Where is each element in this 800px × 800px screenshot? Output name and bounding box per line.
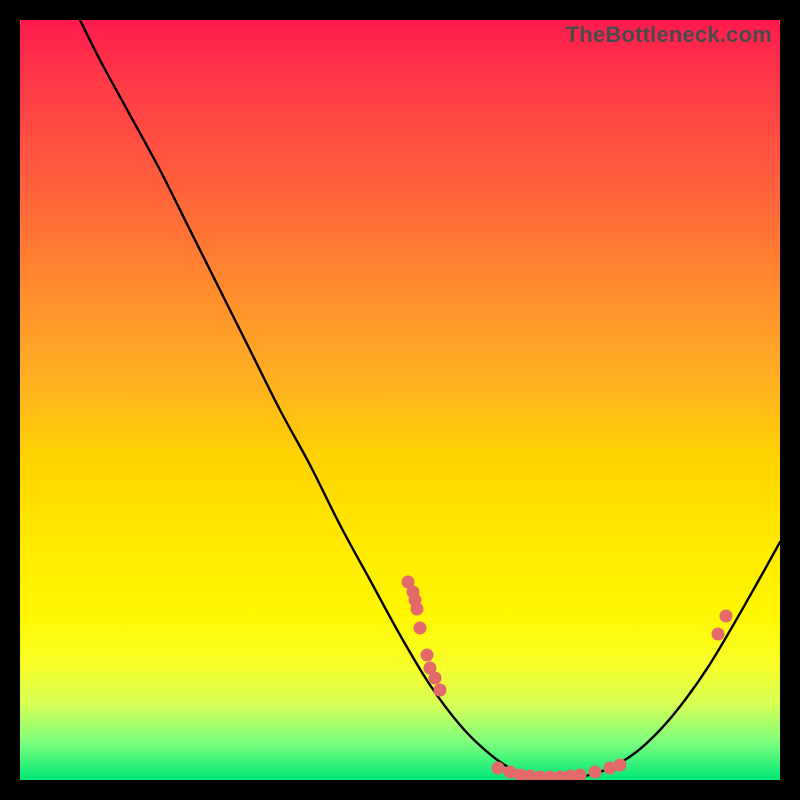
data-point [434, 684, 447, 697]
data-point [411, 603, 424, 616]
data-point [720, 610, 733, 623]
data-point [574, 769, 587, 781]
data-point [429, 672, 442, 685]
bottleneck-curve-plot [20, 20, 780, 780]
data-points [402, 576, 733, 781]
data-point [414, 622, 427, 635]
data-point [492, 762, 505, 775]
data-point [712, 628, 725, 641]
data-point [421, 649, 434, 662]
data-point [589, 766, 602, 779]
data-point [614, 759, 627, 772]
chart-frame: TheBottleneck.com [20, 20, 780, 780]
